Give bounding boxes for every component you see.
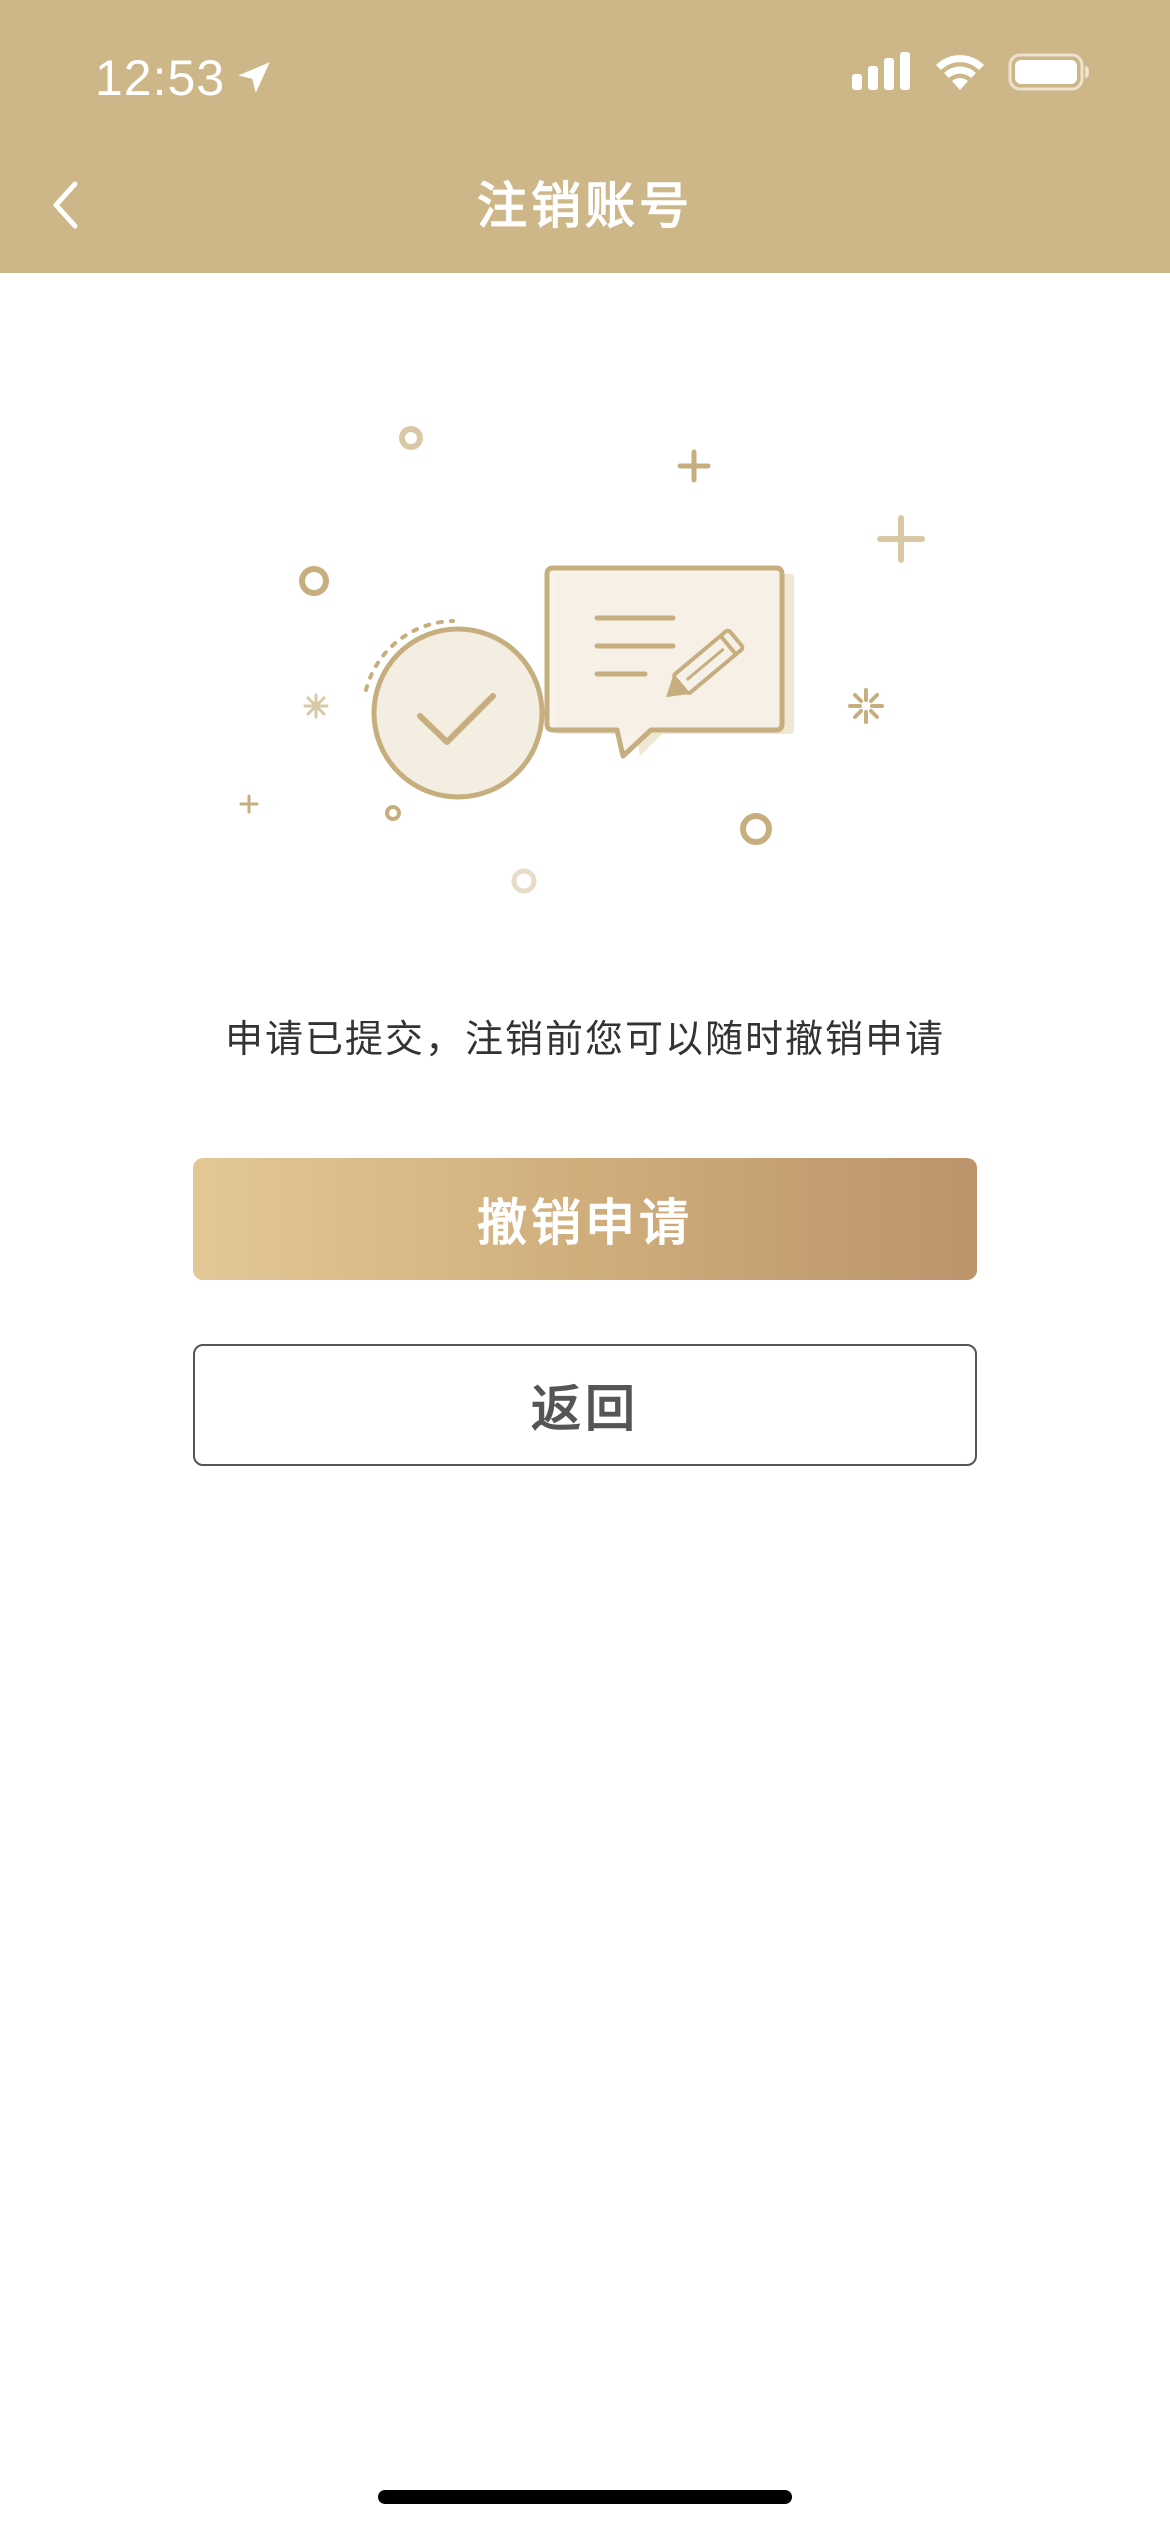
cellular-signal-icon <box>852 52 910 90</box>
submitted-check-message-icon <box>239 426 925 894</box>
revoke-application-label: 撤销申请 <box>477 1194 693 1252</box>
status-message: 申请已提交，注销前您可以随时撤销申请 <box>224 1017 945 1061</box>
revoke-application-button[interactable]: 撤销申请 <box>193 1158 977 1280</box>
return-button[interactable]: 返回 <box>193 1344 977 1466</box>
status-time-text: 12:53 <box>95 50 226 106</box>
header-bar: 12:53 注销账号 <box>0 0 1170 273</box>
return-label: 返回 <box>531 1380 639 1438</box>
status-time: 12:53 <box>95 46 275 110</box>
wifi-icon <box>936 55 984 90</box>
location-arrow-icon <box>238 62 270 93</box>
battery-icon <box>1008 53 1089 91</box>
page-title: 注销账号 <box>477 177 693 235</box>
home-indicator[interactable] <box>378 2490 792 2504</box>
status-indicators <box>852 52 1090 92</box>
